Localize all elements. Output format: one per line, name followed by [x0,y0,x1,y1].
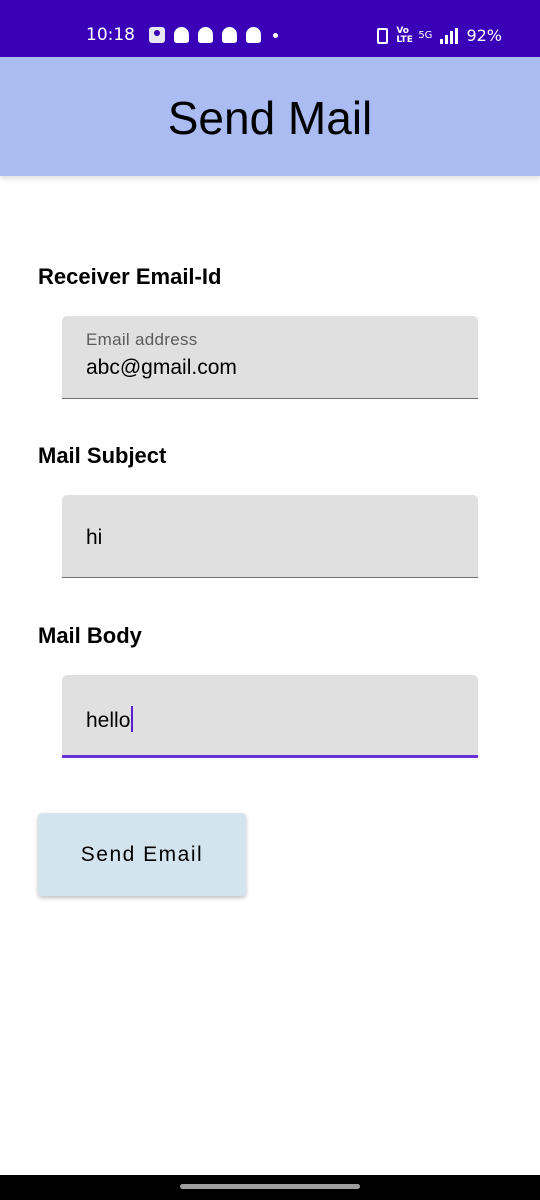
snapchat-icon [246,27,261,43]
system-icons: Vo LTE 5G 92% [377,26,502,45]
receiver-email-field[interactable]: Email address abc@gmail.com [62,316,478,399]
page-title: Send Mail [167,92,373,144]
subject-field[interactable]: hi [62,495,478,578]
body-label: Mail Body [38,623,142,648]
subject-value: hi [86,526,103,549]
subject-label: Mail Subject [38,443,167,468]
receiver-email-hint: Email address [86,330,198,349]
app-bar: Send Mail [0,57,540,176]
vibrate-icon [377,27,389,44]
receiver-email-value: abc@gmail.com [86,356,237,379]
snapchat-icon [222,27,237,43]
contacts-icon [149,27,165,43]
receiver-label: Receiver Email-Id [38,264,222,289]
snapchat-icon [198,27,213,43]
body-value-wrap: hello [86,706,134,733]
body-field[interactable]: hello [62,675,478,758]
signal-icon [440,27,459,44]
body-value: hello [86,709,131,732]
network-type: 5G [418,30,433,41]
navigation-bar [0,1175,540,1200]
more-dot-icon [273,32,278,38]
notification-icons [149,27,278,43]
home-gesture-handle[interactable] [180,1184,360,1189]
text-cursor [131,706,134,732]
status-time: 10:18 [86,25,135,45]
snapchat-icon [174,27,189,43]
battery-level: 92% [466,26,502,45]
volte-icon: Vo LTE [396,25,413,45]
send-email-button[interactable]: Send Email [38,813,246,896]
status-bar: 10:18 Vo LTE 5G 92% [0,0,540,57]
